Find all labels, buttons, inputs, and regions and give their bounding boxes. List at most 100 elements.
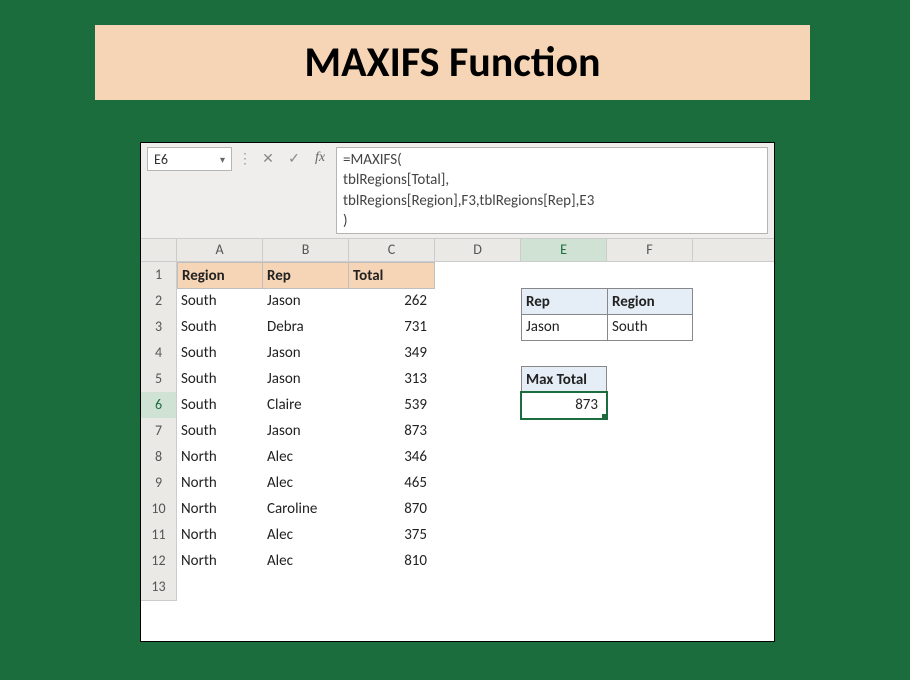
cell-c2[interactable]: 262 (349, 288, 435, 315)
col-header-f[interactable]: F (607, 239, 693, 261)
cell-c6[interactable]: 539 (349, 392, 435, 419)
cell-a9[interactable]: North (177, 470, 263, 497)
cell-d6[interactable] (435, 392, 521, 419)
cell-d2[interactable] (435, 288, 521, 315)
row-header[interactable]: 13 (141, 574, 177, 601)
row-header[interactable]: 6 (141, 392, 177, 419)
cell-e5[interactable]: Max Total (521, 366, 607, 393)
cell-e9[interactable] (521, 470, 607, 497)
cell-d3[interactable] (435, 314, 521, 341)
cell-d10[interactable] (435, 496, 521, 523)
row-header[interactable]: 11 (141, 522, 177, 549)
cell-b1[interactable]: Rep (263, 262, 349, 289)
cell-a10[interactable]: North (177, 496, 263, 523)
cell-b9[interactable]: Alec (263, 470, 349, 497)
row-header[interactable]: 8 (141, 444, 177, 471)
cell-e10[interactable] (521, 496, 607, 523)
cell-c13[interactable] (349, 574, 435, 601)
cell-f10[interactable] (607, 496, 693, 523)
select-all-corner[interactable] (141, 239, 177, 261)
cell-d13[interactable] (435, 574, 521, 601)
cell-d12[interactable] (435, 548, 521, 575)
cell-d5[interactable] (435, 366, 521, 393)
col-header-b[interactable]: B (263, 239, 349, 261)
confirm-icon[interactable]: ✓ (284, 147, 304, 169)
cell-a5[interactable]: South (177, 366, 263, 393)
col-header-e[interactable]: E (521, 239, 607, 261)
cell-b13[interactable] (263, 574, 349, 601)
cell-a2[interactable]: South (177, 288, 263, 315)
cell-b4[interactable]: Jason (263, 340, 349, 367)
cell-f13[interactable] (607, 574, 693, 601)
cell-f2[interactable]: Region (607, 288, 693, 315)
cell-d8[interactable] (435, 444, 521, 471)
cell-a8[interactable]: North (177, 444, 263, 471)
cell-d1[interactable] (435, 262, 521, 289)
cell-f4[interactable] (607, 340, 693, 367)
cell-e7[interactable] (521, 418, 607, 445)
cell-a6[interactable]: South (177, 392, 263, 419)
row-header[interactable]: 9 (141, 470, 177, 497)
row-header[interactable]: 12 (141, 548, 177, 575)
cell-c3[interactable]: 731 (349, 314, 435, 341)
cell-e2[interactable]: Rep (521, 288, 607, 315)
cell-d9[interactable] (435, 470, 521, 497)
cell-f6[interactable] (607, 392, 693, 419)
cell-e12[interactable] (521, 548, 607, 575)
cell-b2[interactable]: Jason (263, 288, 349, 315)
cell-f3[interactable]: South (607, 314, 693, 341)
row-header[interactable]: 1 (141, 262, 177, 289)
cell-f8[interactable] (607, 444, 693, 471)
cell-d7[interactable] (435, 418, 521, 445)
col-header-d[interactable]: D (435, 239, 521, 261)
formula-input[interactable]: =MAXIFS( tblRegions[Total], tblRegions[R… (336, 147, 768, 234)
col-header-c[interactable]: C (349, 239, 435, 261)
cell-a11[interactable]: North (177, 522, 263, 549)
cell-b11[interactable]: Alec (263, 522, 349, 549)
row-header[interactable]: 2 (141, 288, 177, 315)
name-box[interactable]: E6 ▾ (147, 147, 232, 171)
cell-f1[interactable] (607, 262, 693, 289)
cell-e8[interactable] (521, 444, 607, 471)
cell-c5[interactable]: 313 (349, 366, 435, 393)
cell-c9[interactable]: 465 (349, 470, 435, 497)
cell-f9[interactable] (607, 470, 693, 497)
col-header-a[interactable]: A (177, 239, 263, 261)
chevron-down-icon[interactable]: ▾ (220, 153, 225, 166)
row-header[interactable]: 4 (141, 340, 177, 367)
cell-b3[interactable]: Debra (263, 314, 349, 341)
cell-d11[interactable] (435, 522, 521, 549)
cell-b7[interactable]: Jason (263, 418, 349, 445)
cell-e11[interactable] (521, 522, 607, 549)
cell-e4[interactable] (521, 340, 607, 367)
cell-d4[interactable] (435, 340, 521, 367)
cell-b10[interactable]: Caroline (263, 496, 349, 523)
cell-c1[interactable]: Total (349, 262, 435, 289)
fx-icon[interactable]: fx (310, 147, 330, 169)
cell-f5[interactable] (607, 366, 693, 393)
cell-f7[interactable] (607, 418, 693, 445)
cell-b12[interactable]: Alec (263, 548, 349, 575)
cell-a1[interactable]: Region (177, 262, 263, 289)
cell-e3[interactable]: Jason (521, 314, 607, 341)
cancel-icon[interactable]: ✕ (258, 147, 278, 169)
cell-c11[interactable]: 375 (349, 522, 435, 549)
cell-c4[interactable]: 349 (349, 340, 435, 367)
row-header[interactable]: 3 (141, 314, 177, 341)
cell-b8[interactable]: Alec (263, 444, 349, 471)
cell-f11[interactable] (607, 522, 693, 549)
cell-b5[interactable]: Jason (263, 366, 349, 393)
cell-a4[interactable]: South (177, 340, 263, 367)
cell-f12[interactable] (607, 548, 693, 575)
cell-a13[interactable] (177, 574, 263, 601)
cell-c10[interactable]: 870 (349, 496, 435, 523)
cell-a3[interactable]: South (177, 314, 263, 341)
cell-c12[interactable]: 810 (349, 548, 435, 575)
cell-b6[interactable]: Claire (263, 392, 349, 419)
cell-e6-active[interactable]: 873 (521, 392, 607, 419)
cell-e1[interactable] (521, 262, 607, 289)
cell-c7[interactable]: 873 (349, 418, 435, 445)
cell-a7[interactable]: South (177, 418, 263, 445)
row-header[interactable]: 7 (141, 418, 177, 445)
row-header[interactable]: 5 (141, 366, 177, 393)
